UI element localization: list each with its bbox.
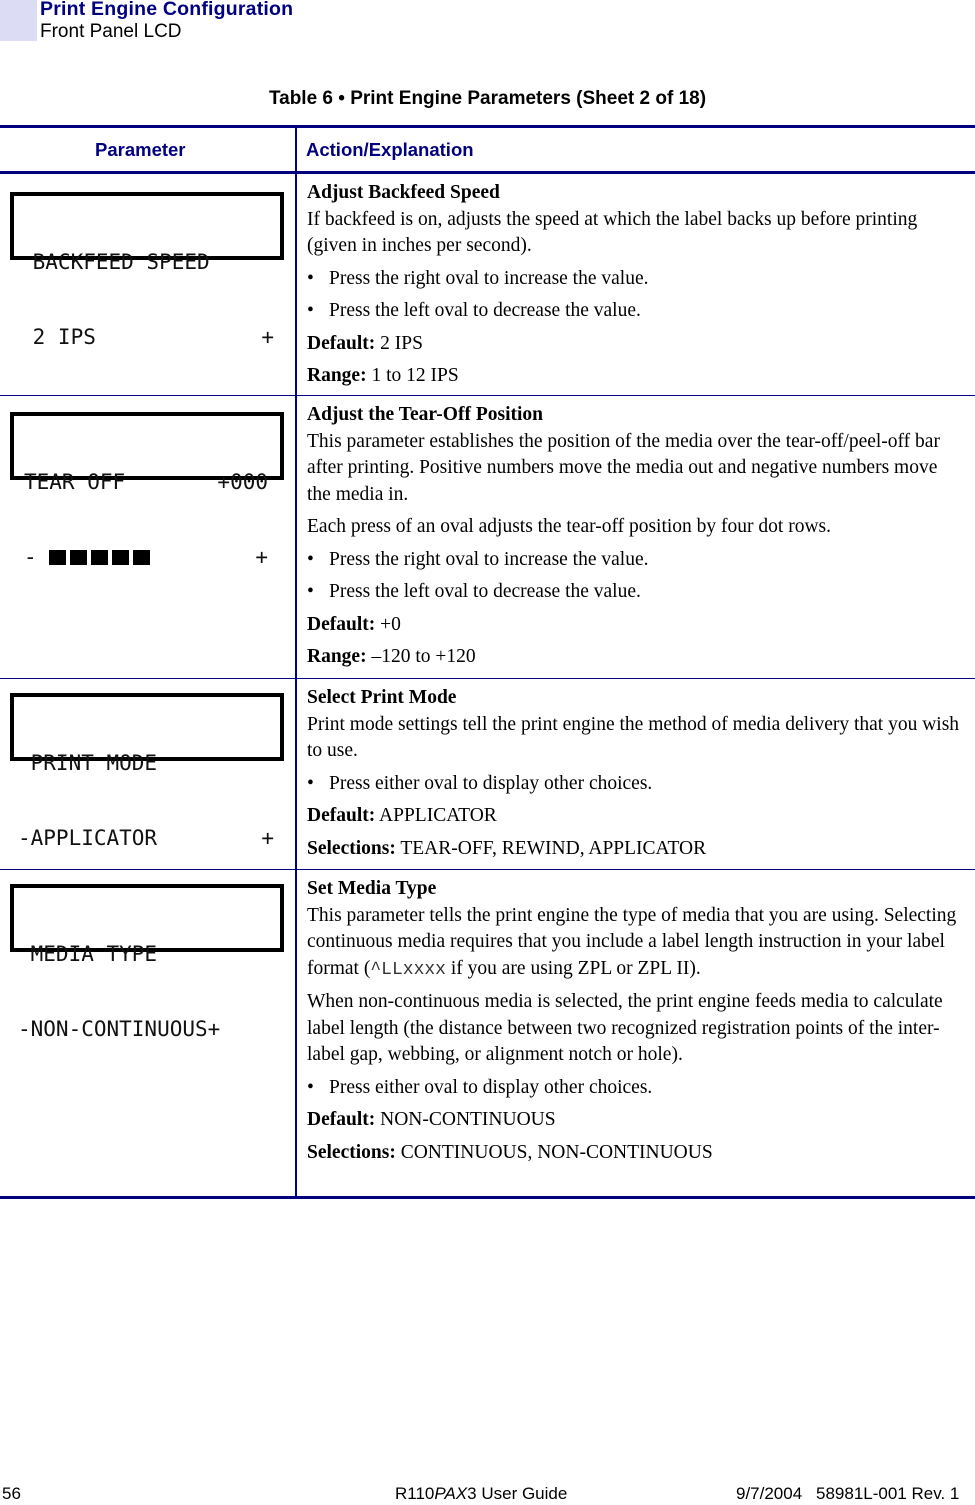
default-value: Default: +0 [307, 613, 401, 635]
lcd-position-block [49, 550, 67, 565]
bullet-icon: • [307, 267, 314, 289]
bullet-icon: • [307, 581, 314, 602]
explanation-cell: Select Print Mode Print mode settings te… [307, 685, 965, 868]
table-caption: Table 6 • Print Engine Parameters (Sheet… [268, 88, 707, 109]
selections-value: Selections: CONTINUOUS, NON-CONTINUOUS [307, 1141, 713, 1163]
bullet-item: • Press the right oval to increase the va… [307, 266, 965, 293]
lcd-position-block [133, 550, 151, 565]
explanation-cell: Adjust Backfeed Speed If backfeed is on,… [307, 180, 965, 396]
explanation-cell: Adjust the Tear-Off Position This parame… [307, 402, 965, 677]
column-header-parameter: Parameter [95, 139, 186, 160]
lcd-plus-indicator: + [261, 325, 274, 349]
guide-title: R110PAX3 User Guide [395, 1484, 568, 1503]
range-value: Range: –120 to +120 [307, 646, 476, 667]
description: This parameter establishes the position … [307, 430, 940, 505]
column-divider [295, 396, 297, 678]
parameters-table: Parameter Action/Explanation BACKFEED SP… [0, 125, 975, 1199]
section-title: Front Panel LCD [40, 21, 182, 42]
table-row-tear-off-position: TEAR OFF +000 - + Adjust the Tear-Off Pos… [0, 396, 975, 679]
range-value: Range: 1 to 12 IPS [307, 365, 459, 386]
table-header: Parameter Action/Explanation [0, 125, 975, 174]
lcd-plus-indicator: + [255, 545, 268, 569]
header-tab-decoration [0, 0, 37, 41]
description: When non-continuous media is selected, t… [307, 991, 943, 1065]
parameter-heading: Set Media Type [307, 878, 437, 899]
lcd-position-block [70, 550, 88, 565]
parameter-heading: Adjust the Tear-Off Position [307, 404, 543, 425]
document-number: 58981L-001 Rev. 1 [816, 1484, 960, 1503]
lcd-line-1: TEAR OFF [24, 470, 126, 494]
column-divider [295, 128, 297, 171]
lcd-position-bar [49, 545, 154, 569]
table-row-print-mode: PRINT MODE -APPLICATOR + Select Print Mod… [0, 679, 975, 870]
description: Each press of an oval adjusts the tear-o… [307, 516, 832, 537]
lcd-offset-value: +000 [217, 470, 268, 494]
bullet-icon: • [307, 300, 314, 321]
lcd-line-1: PRINT MODE [18, 751, 158, 775]
page-number: 56 [2, 1484, 21, 1503]
lcd-minus-indicator: - [24, 545, 37, 569]
description: Print mode settings tell the print engin… [307, 713, 960, 762]
lcd-display: BACKFEED SPEED 2 IPS + [10, 192, 284, 349]
bullet-icon: • [307, 772, 314, 794]
lcd-display: MEDIA TYPE -NON-CONTINUOUS+ [10, 884, 284, 1041]
default-value: Default: APPLICATOR [307, 805, 497, 826]
lcd-display: TEAR OFF +000 - + [10, 412, 284, 569]
column-divider [295, 679, 297, 869]
table-row-backfeed-speed: BACKFEED SPEED 2 IPS + Adjust Backfeed Sp… [0, 174, 975, 396]
default-value: Default: 2 IPS [307, 332, 423, 354]
lcd-line-1: MEDIA TYPE [18, 942, 158, 966]
column-header-action: Action/Explanation [306, 139, 474, 160]
lcd-display: PRINT MODE -APPLICATOR + [10, 693, 284, 850]
bullet-icon: • [307, 1076, 314, 1098]
parameter-heading: Select Print Mode [307, 687, 457, 708]
chapter-title: Print Engine Configuration [40, 0, 294, 20]
publish-date: 9/7/2004 [736, 1484, 803, 1503]
table-row-media-type: MEDIA TYPE -NON-CONTINUOUS+ Set Media Ty… [0, 870, 975, 1199]
bullet-item: • Press the right oval to increase the va… [307, 547, 965, 574]
lcd-line-2: 2 IPS [20, 325, 96, 349]
code-snippet: ^LLxxxx [370, 959, 446, 980]
lcd-line-1: BACKFEED SPEED [20, 250, 210, 274]
bullet-icon: • [307, 548, 314, 570]
bullet-item: • Press the left oval to decrease the val… [307, 579, 965, 606]
column-divider [295, 870, 297, 1196]
lcd-position-block [91, 550, 109, 565]
lcd-plus-indicator: + [261, 826, 274, 850]
lcd-line-2: -APPLICATOR [18, 826, 158, 850]
column-divider [295, 174, 297, 395]
bullet-item: • Press either oval to display other choi… [307, 1075, 965, 1102]
default-value: Default: NON-CONTINUOUS [307, 1109, 556, 1130]
lcd-line-2: -NON-CONTINUOUS+ [18, 1017, 221, 1041]
description: This parameter tells the print engine th… [307, 904, 957, 980]
lcd-position-block [112, 550, 130, 565]
bullet-item: • Press either oval to display other choi… [307, 771, 965, 798]
description: If backfeed is on, adjusts the speed at … [307, 208, 918, 257]
selections-value: Selections: TEAR-OFF, REWIND, APPLICATOR [307, 837, 707, 859]
explanation-cell: Set Media Type This parameter tells the … [307, 876, 965, 1172]
parameter-heading: Adjust Backfeed Speed [307, 182, 500, 203]
bullet-item: • Press the left oval to decrease the val… [307, 298, 965, 325]
